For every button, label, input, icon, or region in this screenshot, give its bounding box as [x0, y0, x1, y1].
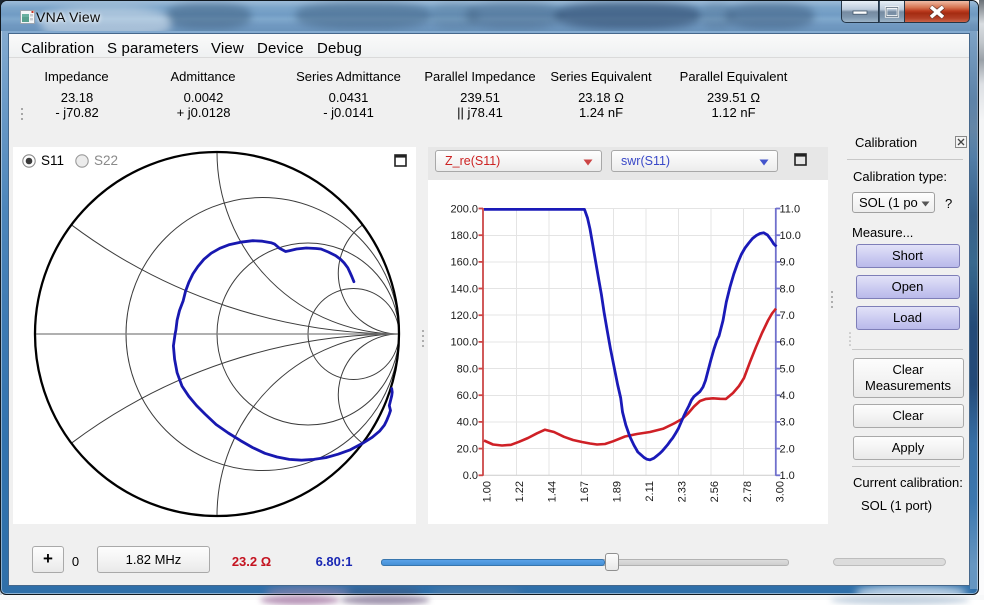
svg-text:20.0: 20.0 [457, 443, 478, 455]
svg-text:10.0: 10.0 [780, 230, 801, 242]
svg-text:160.0: 160.0 [450, 257, 478, 269]
svg-text:1.22: 1.22 [514, 481, 526, 502]
svg-text:2.0: 2.0 [780, 443, 795, 455]
svg-text:60.0: 60.0 [457, 390, 478, 402]
svg-text:100.0: 100.0 [450, 337, 478, 349]
svg-text:3.00: 3.00 [774, 481, 786, 502]
svg-text:4.0: 4.0 [780, 390, 795, 402]
svg-text:8.0: 8.0 [780, 283, 795, 295]
svg-text:2.33: 2.33 [677, 481, 689, 502]
svg-text:11.0: 11.0 [780, 203, 801, 215]
svg-text:1.89: 1.89 [612, 481, 624, 502]
svg-text:200.0: 200.0 [450, 203, 478, 215]
svg-text:1.44: 1.44 [547, 481, 559, 502]
svg-text:140.0: 140.0 [450, 283, 478, 295]
svg-text:6.0: 6.0 [780, 337, 795, 349]
svg-text:5.0: 5.0 [780, 363, 795, 375]
svg-text:7.0: 7.0 [780, 310, 795, 322]
svg-text:2.56: 2.56 [709, 481, 721, 502]
svg-text:120.0: 120.0 [450, 310, 478, 322]
svg-text:0.0: 0.0 [463, 470, 478, 482]
svg-text:1.0: 1.0 [780, 470, 795, 482]
svg-text:1.00: 1.00 [482, 481, 494, 502]
svg-text:2.11: 2.11 [644, 481, 656, 502]
svg-text:40.0: 40.0 [457, 417, 478, 429]
svg-text:3.0: 3.0 [780, 417, 795, 429]
svg-text:2.78: 2.78 [742, 481, 754, 502]
svg-text:1.67: 1.67 [579, 481, 591, 502]
svg-text:80.0: 80.0 [457, 363, 478, 375]
svg-text:180.0: 180.0 [450, 230, 478, 242]
svg-text:9.0: 9.0 [780, 257, 795, 269]
